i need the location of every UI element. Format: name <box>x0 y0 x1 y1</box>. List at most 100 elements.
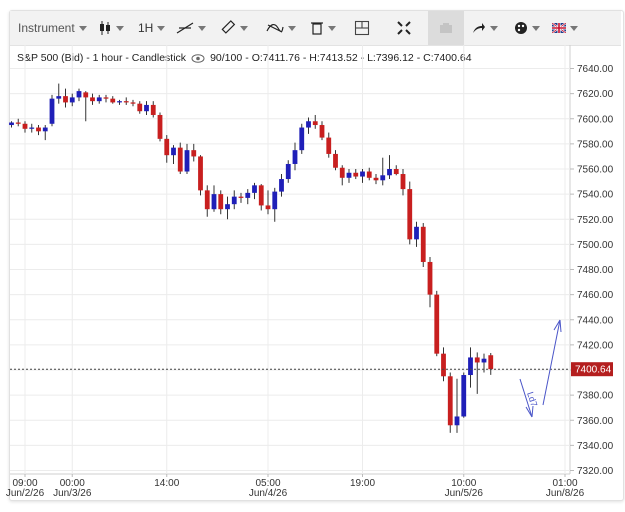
candle-body <box>420 226 426 262</box>
candle[interactable] <box>191 143 197 162</box>
candle[interactable] <box>272 187 278 222</box>
candle[interactable] <box>319 121 325 141</box>
y-tick-label: 7640.00 <box>577 64 614 75</box>
candle[interactable] <box>373 174 379 185</box>
candle-body <box>15 122 21 124</box>
y-tick-label: 7460.00 <box>577 290 614 301</box>
candle[interactable] <box>474 352 480 394</box>
candle[interactable] <box>427 256 433 308</box>
candle[interactable] <box>63 88 68 108</box>
candle[interactable] <box>117 99 122 105</box>
candle[interactable] <box>137 101 143 114</box>
candle[interactable] <box>441 347 446 382</box>
candle[interactable] <box>299 123 305 154</box>
candle[interactable] <box>387 155 392 180</box>
candle-body <box>373 177 379 181</box>
candle[interactable] <box>366 167 372 181</box>
candle[interactable] <box>279 174 284 197</box>
candle[interactable] <box>454 378 460 433</box>
candle[interactable] <box>83 91 89 122</box>
candle[interactable] <box>488 353 494 375</box>
candle[interactable] <box>144 101 149 115</box>
candle-body <box>171 147 176 156</box>
candle-body <box>177 147 183 172</box>
candle[interactable] <box>231 190 237 210</box>
candle[interactable] <box>69 93 75 107</box>
candle[interactable] <box>29 123 35 133</box>
candle-body <box>366 171 372 178</box>
candle-body <box>42 127 48 132</box>
candle[interactable] <box>90 93 95 105</box>
candle-body <box>258 185 264 206</box>
candle-body <box>306 121 311 128</box>
candle[interactable] <box>339 165 345 186</box>
candle[interactable] <box>360 169 365 183</box>
candle[interactable] <box>461 372 467 418</box>
candle-body <box>346 172 352 178</box>
candle[interactable] <box>245 189 251 205</box>
candle[interactable] <box>22 121 28 133</box>
candle[interactable] <box>312 114 318 129</box>
candle-body <box>387 169 392 176</box>
candle-body <box>117 101 122 103</box>
y-tick-label: 7500.00 <box>577 240 614 251</box>
candle[interactable] <box>157 112 163 142</box>
candle[interactable] <box>211 185 217 212</box>
candle[interactable] <box>96 94 102 104</box>
candle[interactable] <box>150 101 156 118</box>
candle[interactable] <box>414 221 419 247</box>
candle-body <box>461 375 467 417</box>
projection-up-line[interactable] <box>542 319 561 406</box>
candle[interactable] <box>130 99 136 107</box>
candle[interactable] <box>36 125 41 136</box>
candle[interactable] <box>15 118 21 127</box>
candle[interactable] <box>49 94 55 127</box>
candle[interactable] <box>123 97 129 105</box>
candle-body <box>292 150 298 164</box>
candle[interactable] <box>177 142 183 175</box>
candle[interactable] <box>333 150 338 171</box>
candle[interactable] <box>353 169 359 180</box>
candle[interactable] <box>306 117 311 134</box>
candle-body <box>319 125 325 138</box>
candle[interactable] <box>407 181 413 245</box>
x-tick-label-date: Jun/2/26 <box>6 488 45 499</box>
candle[interactable] <box>164 135 170 163</box>
price-chart[interactable]: 7320.007340.007360.007380.007400.007420.… <box>0 0 625 512</box>
candle[interactable] <box>420 223 426 267</box>
candle-body <box>393 169 399 175</box>
candle[interactable] <box>76 88 82 102</box>
candle[interactable] <box>198 155 203 196</box>
candle[interactable] <box>447 372 453 433</box>
candle[interactable] <box>110 96 116 104</box>
candle-body <box>63 96 68 103</box>
candle[interactable] <box>285 160 291 183</box>
candle-body <box>83 92 89 98</box>
candle[interactable] <box>9 121 14 128</box>
candle[interactable] <box>434 290 440 357</box>
candle[interactable] <box>103 94 109 103</box>
y-tick-label: 7580.00 <box>577 139 614 150</box>
price-badge-label: 7400.64 <box>575 365 612 376</box>
candle[interactable] <box>292 142 298 171</box>
candle[interactable] <box>184 143 190 175</box>
candle[interactable] <box>400 169 406 196</box>
x-tick-label-date: Jun/8/26 <box>546 488 585 499</box>
candle[interactable] <box>346 169 352 183</box>
candle[interactable] <box>326 132 332 158</box>
candle[interactable] <box>171 145 176 164</box>
candle[interactable] <box>393 165 399 176</box>
candle[interactable] <box>252 182 257 200</box>
candle[interactable] <box>468 347 473 388</box>
candle[interactable] <box>380 157 386 186</box>
candle[interactable] <box>225 196 230 220</box>
y-tick-label: 7320.00 <box>577 466 614 477</box>
candle-body <box>333 153 338 168</box>
y-tick-label: 7540.00 <box>577 190 614 201</box>
candle[interactable] <box>258 184 264 211</box>
candle[interactable] <box>204 185 210 217</box>
candle[interactable] <box>42 125 48 141</box>
candle-body <box>225 204 230 210</box>
candle-body <box>144 104 149 112</box>
candle-body <box>123 101 129 103</box>
